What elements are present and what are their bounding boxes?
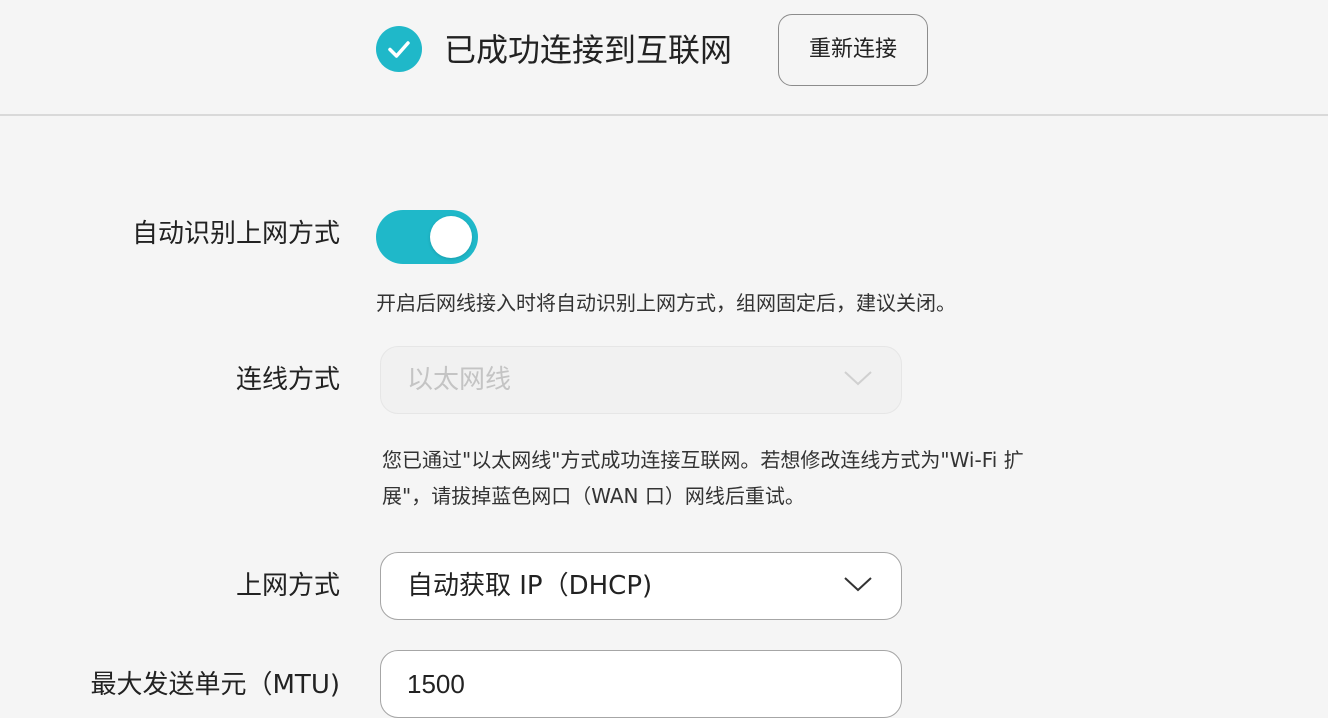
internet-mode-label: 上网方式 [235,571,340,601]
chevron-down-icon [844,577,872,592]
chevron-down-icon [844,371,872,386]
mtu-label: 最大发送单元（MTU) [90,670,341,700]
connection-mode-value: 以太网线 [407,365,512,395]
auto-detect-toggle[interactable] [376,210,478,264]
auto-detect-hint: 开启后网线接入时将自动识别上网方式，组网固定后，建议关闭。 [376,291,956,315]
toggle-knob [430,216,472,258]
reconnect-button[interactable]: 重新连接 [778,14,928,86]
connection-mode-label: 连线方式 [235,365,340,395]
auto-detect-label: 自动识别上网方式 [131,219,340,249]
connection-mode-select: 以太网线 [380,346,902,414]
connection-mode-hint-line2: 展"，请拔掉蓝色网口（WAN 口）网线后重试。 [382,484,805,508]
internet-mode-value: 自动获取 IP（DHCP) [407,571,653,601]
connection-mode-hint-line1: 您已通过"以太网线"方式成功连接互联网。若想修改连线方式为"Wi-Fi 扩 [382,448,1024,472]
mtu-input[interactable] [380,650,902,718]
status-header: 已成功连接到互联网 重新连接 [0,0,1328,116]
check-circle-icon [376,26,422,72]
connection-status-text: 已成功连接到互联网 [444,31,733,69]
internet-mode-select[interactable]: 自动获取 IP（DHCP) [380,552,902,620]
